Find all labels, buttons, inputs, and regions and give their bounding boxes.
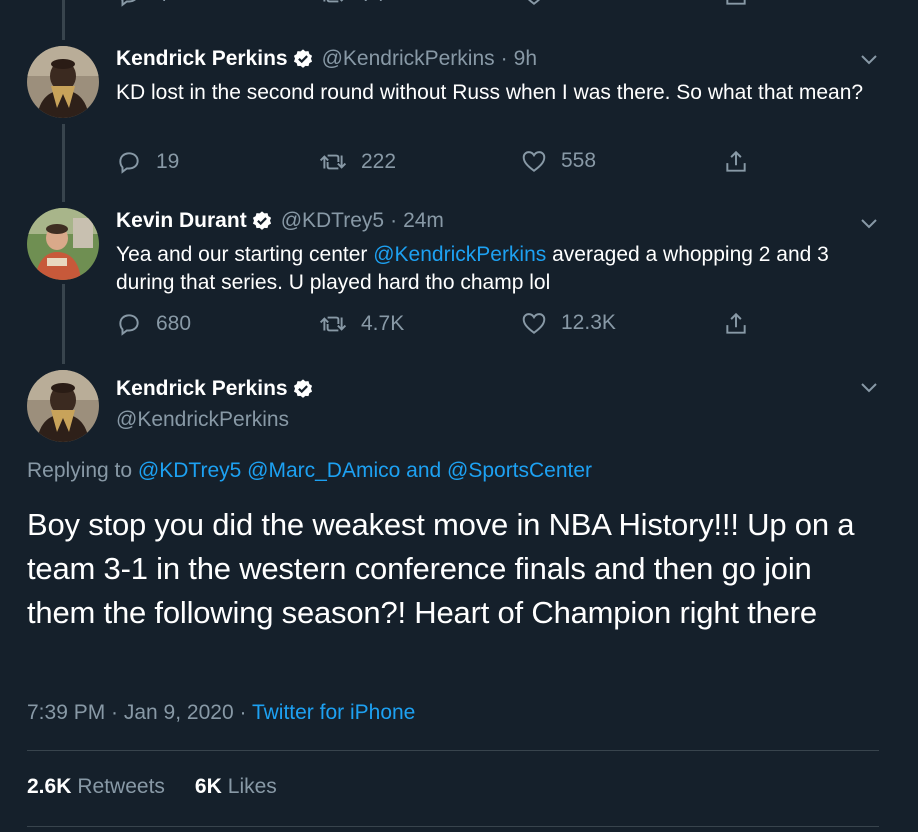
display-name[interactable]: Kendrick Perkins xyxy=(116,377,288,401)
main-tweet-text: Boy stop you did the weakest move in NBA… xyxy=(27,507,855,630)
likes-count: 6K xyxy=(194,775,222,798)
like-count: 317 xyxy=(561,0,596,6)
tweet-kendrick-perkins[interactable]: Kendrick Perkins @KendrickPerkins · 9h K… xyxy=(0,46,918,186)
share-icon xyxy=(726,150,746,172)
tweet-time[interactable]: 9h xyxy=(514,47,537,71)
user-handle[interactable]: @KendrickPerkins xyxy=(116,408,289,432)
replying-to-label: Replying to xyxy=(27,459,138,482)
likes-stat[interactable]: 6K Likes xyxy=(195,775,277,799)
separator-dot: · xyxy=(500,47,508,70)
tweet-meta: 7:39 PM · Jan 9, 2020 · Twitter for iPho… xyxy=(27,701,415,725)
like-count: 558 xyxy=(561,149,597,172)
chevron-down-icon[interactable] xyxy=(860,54,878,66)
reply-icon xyxy=(120,0,136,7)
user-handle[interactable]: @KendrickPerkins xyxy=(322,47,495,71)
tweet-timestamp[interactable]: 7:39 PM · Jan 9, 2020 xyxy=(27,701,234,724)
retweet-icon xyxy=(319,316,347,332)
share-button[interactable] xyxy=(723,311,763,337)
like-button[interactable]: 558 xyxy=(521,149,596,173)
like-button[interactable]: 317 xyxy=(521,0,596,6)
user-handle[interactable]: @KDTrey5 xyxy=(281,209,384,233)
retweet-count: 222 xyxy=(361,150,397,173)
reply-count: 680 xyxy=(156,312,192,335)
tweet-kevin-durant[interactable]: Kevin Durant @KDTrey5 · 24m Yea and our … xyxy=(0,208,918,348)
display-name[interactable]: Kevin Durant xyxy=(116,209,247,233)
like-icon xyxy=(522,313,546,334)
retweets-stat[interactable]: 2.6K Retweets xyxy=(27,775,165,799)
like-icon xyxy=(522,151,546,172)
reply-button[interactable]: 4 xyxy=(116,0,168,8)
tweet-time[interactable]: 24m xyxy=(403,209,444,233)
tweet-thread-page: 4 74 317 Kendrick Perkins xyxy=(0,0,918,832)
retweets-count: 2.6K xyxy=(27,775,72,798)
reply-icon xyxy=(119,314,139,336)
tweet-action-bar: 680 4.7K 12.3K xyxy=(116,311,756,341)
like-icon xyxy=(527,0,541,5)
likes-label: Likes xyxy=(227,775,277,798)
tweet-header: Kendrick Perkins @KendrickPerkins · 9h xyxy=(116,46,537,72)
avatar[interactable] xyxy=(27,370,99,442)
mention-link[interactable]: @KendrickPerkins xyxy=(373,243,546,266)
retweet-button[interactable]: 4.7K xyxy=(319,311,404,337)
replying-to: Replying to @KDTrey5 @Marc_DAmico and @S… xyxy=(27,459,592,483)
avatar[interactable] xyxy=(27,46,99,118)
reply-button[interactable]: 19 xyxy=(116,149,179,175)
tweet-text: KD lost in the second round without Russ… xyxy=(116,81,864,104)
reply-button[interactable]: 680 xyxy=(116,311,191,337)
retweet-icon xyxy=(319,154,347,170)
retweet-button[interactable]: 222 xyxy=(319,149,396,175)
tweet-source-link[interactable]: Twitter for iPhone xyxy=(252,701,415,724)
replying-to-mentions[interactable]: @KDTrey5 @Marc_DAmico and @SportsCenter xyxy=(138,459,592,482)
reply-count: 4 xyxy=(156,0,168,7)
retweet-count: 4.7K xyxy=(361,312,405,335)
retweet-count: 74 xyxy=(361,0,384,7)
retweet-icon xyxy=(323,0,344,3)
separator-dot: · xyxy=(390,209,398,232)
top-action-bar: 4 74 317 xyxy=(116,0,756,12)
retweet-button[interactable]: 74 xyxy=(319,0,384,8)
share-icon xyxy=(726,0,746,5)
display-name[interactable]: Kendrick Perkins xyxy=(116,47,288,71)
share-icon xyxy=(726,312,746,334)
share-button[interactable] xyxy=(723,0,763,8)
reply-count: 19 xyxy=(156,150,180,173)
tweet-text: Yea and our starting center @KendrickPer… xyxy=(116,241,886,297)
tweet-action-bar: 19 222 558 xyxy=(116,149,756,179)
share-button[interactable] xyxy=(723,149,763,175)
main-tweet-header: Kendrick Perkins xyxy=(116,377,322,401)
divider xyxy=(27,826,879,827)
verified-icon xyxy=(251,210,273,232)
chevron-down-icon[interactable] xyxy=(860,218,878,230)
separator-dot: · xyxy=(239,701,247,724)
retweets-label: Retweets xyxy=(77,775,165,798)
tweet-header: Kevin Durant @KDTrey5 · 24m xyxy=(116,208,444,234)
chevron-down-icon[interactable] xyxy=(860,382,878,394)
verified-icon xyxy=(292,378,314,400)
like-count: 12.3K xyxy=(561,311,616,334)
reply-icon xyxy=(119,152,139,174)
tweet-stats: 2.6K Retweets 6K Likes xyxy=(27,775,307,799)
like-button[interactable]: 12.3K xyxy=(521,311,616,335)
verified-icon xyxy=(292,48,314,70)
thread-connector-line xyxy=(62,0,65,40)
tweet-text-part: Yea and our starting center xyxy=(116,243,374,266)
divider xyxy=(27,750,879,751)
avatar[interactable] xyxy=(27,208,99,280)
